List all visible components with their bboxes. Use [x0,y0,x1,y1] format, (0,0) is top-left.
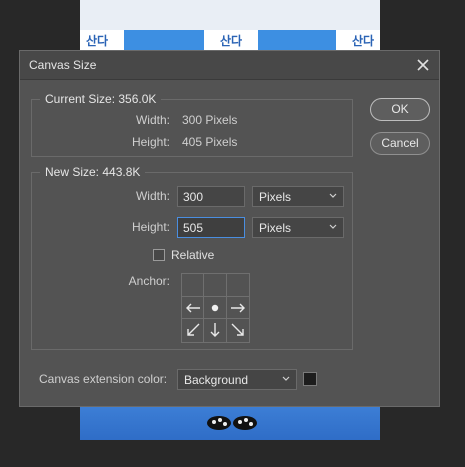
anchor-dot-icon [212,304,219,311]
height-unit-select[interactable]: Pixels [252,217,344,238]
arrow-left-icon [186,303,200,313]
height-unit-value: Pixels [259,221,292,235]
current-size-title: Current Size: 356.0K [40,92,162,106]
anchor-cell-center[interactable] [204,296,227,320]
current-width-label: Width: [135,113,170,127]
new-width-label: Width: [135,189,170,203]
height-input[interactable]: 505 [177,217,245,238]
anchor-cell-middle-right[interactable] [226,297,249,320]
relative-label: Relative [171,248,215,262]
banner-tile: 산다 [336,30,380,52]
current-width-value: 300 Pixels [182,113,238,127]
anchor-cell-top-center[interactable] [204,274,227,297]
dialog-titlebar: Canvas Size [20,51,439,80]
anchor-cell-bottom-right[interactable] [227,319,249,342]
canvas-size-dialog: Canvas Size Current Size: 356.0K Width: … [19,50,440,407]
relative-checkbox[interactable] [153,249,165,261]
arrow-down-icon [210,323,220,338]
new-height-label: Height: [131,220,170,234]
extension-color-swatch[interactable] [303,372,317,386]
arrow-right-icon [230,303,245,313]
close-icon[interactable] [414,56,432,74]
width-unit-select[interactable]: Pixels [252,186,344,207]
extension-color-value: Background [184,373,249,387]
cancel-button[interactable]: Cancel [370,132,430,155]
new-size-title: New Size: 443.8K [40,165,146,179]
anchor-cell-top-right[interactable] [226,274,249,297]
anchor-cell-top-left[interactable] [182,274,205,297]
current-height-value: 405 Pixels [182,135,238,149]
chevron-down-icon [329,224,337,229]
anchor-label: Anchor: [128,274,170,288]
shoes-image [207,416,257,430]
banner-tile: 산다 [204,30,258,52]
banner-tile: 산다 [80,30,124,52]
extension-color-label: Canvas extension color: [39,372,168,386]
anchor-cell-middle-left[interactable] [182,296,205,320]
arrow-down-left-icon [187,323,200,337]
dialog-title: Canvas Size [29,58,97,72]
arrow-down-right-icon [231,323,244,337]
ok-button[interactable]: OK [370,98,430,121]
width-unit-value: Pixels [259,190,292,204]
anchor-cell-bottom-center[interactable] [204,319,227,342]
anchor-cell-bottom-left[interactable] [182,319,205,342]
extension-color-select[interactable]: Background [177,369,297,390]
current-height-label: Height: [131,135,170,149]
width-input[interactable]: 300 [177,186,245,207]
anchor-grid [181,273,250,343]
chevron-down-icon [282,376,290,381]
chevron-down-icon [329,193,337,198]
